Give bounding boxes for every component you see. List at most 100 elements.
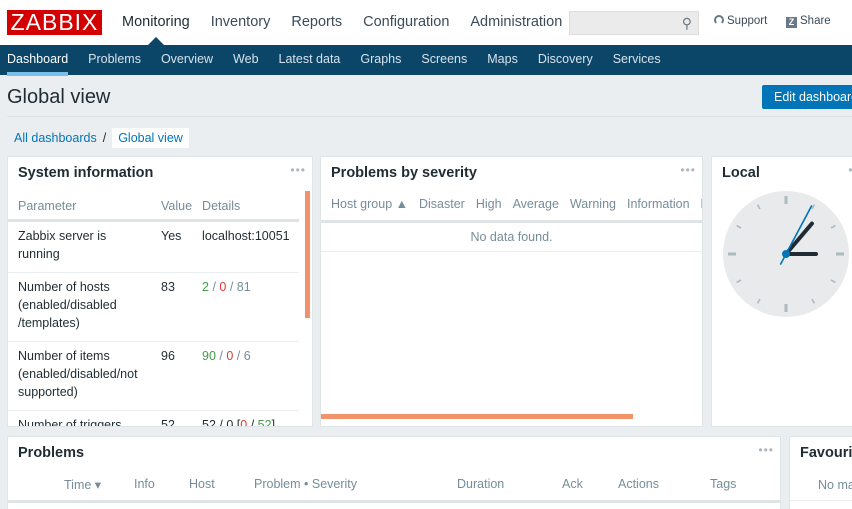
value-cell: 96: [151, 341, 193, 411]
top-header: ZABBIX Monitoring Inventory Reports Conf…: [0, 0, 852, 45]
share-label: Share: [800, 15, 831, 27]
vertical-scrollbar[interactable]: [305, 191, 310, 318]
details-segment: 2: [202, 279, 209, 294]
details-segment: 52: [257, 417, 272, 427]
breadcrumb-current[interactable]: Global view: [112, 128, 189, 148]
details-cell: 90 / 0 / 6: [192, 341, 299, 411]
clock-widget: Local •••: [711, 156, 852, 427]
problems-table-header: Time ▾ Info Host Problem • Severity Dura…: [8, 473, 780, 503]
edit-dashboard-button[interactable]: Edit dashboard: [762, 85, 852, 109]
severity-table-header: Host group ▲ Disaster High Average Warni…: [321, 193, 702, 223]
value-cell: 52: [161, 417, 175, 427]
problems-by-severity-widget: Problems by severity ••• Host group ▲ Di…: [320, 156, 703, 427]
support-label: Support: [727, 15, 768, 27]
column-info: Info: [134, 477, 155, 491]
main-menu: Monitoring Inventory Reports Configurati…: [122, 0, 583, 45]
search-input[interactable]: ⚲: [569, 11, 699, 35]
submenu-overview[interactable]: Overview: [161, 45, 213, 75]
table-row: Number of hosts (enabled/disabled /templ…: [8, 272, 299, 342]
column-duration: Duration: [457, 477, 505, 491]
parameter-cell: Number of hosts (enabled/disabled /templ…: [8, 272, 151, 342]
column-average: Average: [512, 197, 559, 211]
widget-title: Favourite maps: [800, 445, 852, 461]
column-parameter: Parameter: [8, 193, 151, 222]
table-row: Number of triggers (enabled/disabled5252…: [8, 410, 299, 427]
system-information-widget: System information ••• Parameter Value D…: [7, 156, 313, 427]
table-row: Number of items (enabled/disabled/not su…: [8, 341, 299, 411]
details-cell: 2 / 0 / 81: [192, 272, 299, 342]
clock-center: [782, 250, 790, 258]
parameter-cell: Zabbix server is running: [8, 220, 151, 273]
details-segment: 81: [236, 279, 251, 294]
menu-administration[interactable]: Administration: [470, 0, 562, 45]
submenu-services[interactable]: Services: [613, 45, 661, 75]
submenu-screens[interactable]: Screens: [421, 45, 467, 75]
details-segment: /: [233, 348, 244, 363]
breadcrumb-separator: /: [102, 131, 107, 145]
details-segment: /: [247, 417, 258, 427]
menu-configuration[interactable]: Configuration: [363, 0, 449, 45]
breadcrumb-all-dashboards[interactable]: All dashboards: [14, 131, 97, 145]
widget-title: Problems: [18, 445, 85, 461]
details-segment: ]: [271, 417, 276, 427]
problems-widget: Problems ••• Time ▾ Info Host Problem • …: [7, 436, 781, 509]
details-segment: /: [209, 279, 220, 294]
submenu-dashboard[interactable]: Dashboard: [7, 45, 69, 76]
column-tags: Tags: [710, 477, 737, 491]
table-row: Zabbix server is running Yes localhost:100…: [8, 220, 299, 273]
widget-menu-icon[interactable]: •••: [680, 163, 696, 177]
widget-title: Problems by severity: [331, 165, 477, 181]
details-segment: localhost:10051: [202, 228, 290, 243]
widget-title: System information: [18, 165, 154, 181]
details-segment: 90: [202, 348, 216, 363]
no-data-message: No data found.: [321, 223, 702, 252]
column-details: Details: [192, 193, 299, 222]
widget-title: Local: [722, 165, 760, 181]
parameter-cell: Number of items (enabled/disabled/not su…: [8, 341, 151, 411]
submenu-web[interactable]: Web: [233, 45, 258, 75]
column-warning: Warning: [569, 197, 616, 211]
zabbix-logo[interactable]: ZABBIX: [7, 10, 102, 35]
details-cell: 52 / 0 [0 / 52]: [192, 410, 299, 427]
details-segment: /: [215, 348, 227, 363]
support-link[interactable]: Support: [714, 15, 767, 27]
menu-reports[interactable]: Reports: [291, 0, 342, 45]
horizontal-scrollbar[interactable]: [321, 414, 633, 419]
submenu-latest-data[interactable]: Latest data: [279, 45, 341, 75]
column-ack: Ack: [562, 477, 583, 491]
share-icon: Z: [786, 17, 797, 28]
system-info-table: Parameter Value Details Zabbix server is…: [8, 193, 299, 427]
headset-icon: [714, 15, 724, 25]
submenu-problems[interactable]: Problems: [88, 45, 141, 75]
column-information: Information: [627, 197, 690, 211]
parameter-cell: Number of triggers (enabled/disabled: [18, 417, 122, 427]
divider: [790, 500, 852, 501]
column-disaster: Disaster: [419, 197, 465, 211]
details-segment: /: [226, 279, 237, 294]
sub-menu: Dashboard Problems Overview Web Latest d…: [0, 45, 852, 76]
submenu-discovery[interactable]: Discovery: [538, 45, 593, 75]
page-title: Global view: [7, 86, 111, 108]
column-problem-severity: Problem • Severity: [254, 477, 358, 491]
menu-inventory[interactable]: Inventory: [211, 0, 271, 45]
column-actions: Actions: [618, 477, 659, 491]
details-segment: 6: [243, 348, 251, 363]
widget-menu-icon[interactable]: •••: [758, 443, 774, 457]
column-value: Value: [151, 193, 193, 222]
menu-monitoring[interactable]: Monitoring: [122, 0, 190, 45]
clock-face: [723, 191, 849, 317]
search-icon[interactable]: ⚲: [682, 15, 692, 32]
submenu-maps[interactable]: Maps: [487, 45, 518, 75]
column-high: High: [475, 197, 502, 211]
no-maps-message: No maps added.: [818, 478, 852, 492]
submenu-graphs[interactable]: Graphs: [360, 45, 401, 75]
column-host-group[interactable]: Host group ▲: [331, 193, 408, 220]
details-cell: localhost:10051: [192, 220, 299, 273]
column-not-classified: Not classified: [701, 193, 702, 220]
widget-menu-icon[interactable]: •••: [848, 163, 852, 177]
widget-menu-icon[interactable]: •••: [290, 163, 306, 177]
value-cell: 83: [151, 272, 193, 342]
share-link[interactable]: Z Share: [786, 15, 831, 28]
column-time[interactable]: Time ▾: [64, 477, 101, 492]
column-host: Host: [189, 477, 215, 491]
